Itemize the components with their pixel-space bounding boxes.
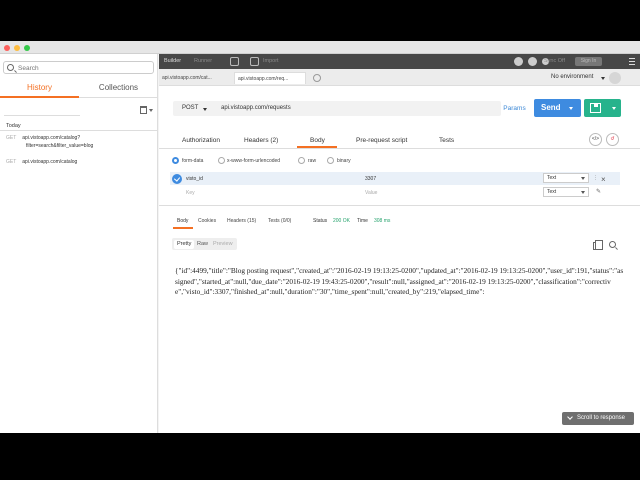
history-filter[interactable] [4,105,80,116]
response-tab-cookies[interactable]: Cookies [198,218,216,224]
section-divider [159,205,640,206]
chevron-down-icon[interactable] [569,107,573,110]
chevron-down-icon[interactable] [149,109,153,112]
save-icon [590,103,601,113]
code-icon[interactable]: </> [589,133,602,146]
eye-icon[interactable] [609,72,621,84]
trash-icon[interactable] [140,106,147,114]
top-toolbar: Builder Runner Import Sync Off Sign In [159,54,640,69]
params-button[interactable]: Params [500,101,529,116]
search-input[interactable] [18,63,148,73]
menu-icon[interactable] [629,58,635,65]
import-icon[interactable] [250,57,259,66]
scroll-to-response-button[interactable]: Scroll to response [562,412,634,425]
chevron-down-icon[interactable] [203,108,207,111]
method-select[interactable]: POST [182,105,198,111]
radio-raw[interactable] [298,157,305,164]
title-bar [0,41,640,54]
tab-collections[interactable]: Collections [79,81,158,98]
radio-label: form-data [182,158,204,164]
view-pretty[interactable]: Pretty [174,240,195,249]
sidebar: History Collections Today GETapi.vistoap… [0,54,158,433]
status-value: 200 OK [333,218,350,224]
save-button[interactable] [584,99,621,117]
active-tab-indicator [173,227,193,229]
environment-select[interactable]: No environment [551,74,593,80]
new-tab-button[interactable] [313,74,321,82]
chevron-down-icon [581,191,585,194]
radio-label: binary [337,158,351,164]
tab-tests[interactable]: Tests [439,137,454,144]
reset-icon[interactable]: ↺ [606,133,619,146]
response-tab-headers[interactable]: Headers (15) [227,218,256,224]
radio-label: x-www-form-urlencoded [227,158,281,164]
status-label: Status [313,218,328,224]
search-icon[interactable] [609,241,616,248]
url-input[interactable]: api.vistoapp.com/requests [221,105,291,111]
chevron-down-icon[interactable] [601,77,605,80]
type-select[interactable]: Text [543,187,589,197]
chevron-down-icon [567,414,573,420]
value-placeholder[interactable]: Value [365,190,377,196]
tab-divider [159,148,640,149]
app-window: History Collections Today GETapi.vistoap… [0,41,640,433]
chevron-down-icon [581,177,585,180]
history-item[interactable]: GET api.vistoapp.com/catalog? filter=sear… [6,134,93,150]
copy-icon[interactable] [593,240,603,250]
send-button[interactable]: Send [534,99,581,117]
search-icon [7,64,14,71]
form-value[interactable]: 3307 [365,176,376,182]
chevron-down-icon [612,107,616,110]
view-raw[interactable]: Raw [194,240,211,249]
radio-urlencoded[interactable] [218,157,225,164]
radio-label: raw [308,158,317,164]
history-group-label: Today [0,120,158,131]
request-tab-active[interactable]: api.vistoapp.com/req... [234,72,306,84]
url-bar: POST api.vistoapp.com/requests [173,101,501,116]
interceptor-icon[interactable] [514,57,523,66]
tab-body[interactable]: Body [310,137,325,144]
edit-icon[interactable]: ✎ [596,188,601,195]
radio-binary[interactable] [327,157,334,164]
builder-tab[interactable]: Builder [164,57,181,66]
response-tab-tests[interactable]: Tests (0/0) [268,218,291,224]
radio-form-data[interactable] [172,157,179,164]
response-body: {"id":4499,"title":"Blog posting request… [175,266,624,296]
drag-handle-icon[interactable]: ⋮ [593,175,598,181]
settings-icon[interactable] [528,57,537,66]
import-button[interactable]: Import [263,57,279,66]
tab-pre-request-script[interactable]: Pre-request script [356,137,407,144]
close-icon[interactable]: × [601,176,606,184]
new-window-icon[interactable] [230,57,239,66]
type-select[interactable]: Text [543,173,589,183]
history-item[interactable]: GET api.vistoapp.com/catalog [6,158,77,166]
sign-in-button[interactable]: Sign In [575,57,602,66]
sync-status: Sync Off [544,58,565,64]
request-tab[interactable]: api.vistoapp.com/cat... [159,72,233,84]
tab-authorization[interactable]: Authorization [182,137,220,144]
response-tab-body[interactable]: Body [177,218,188,224]
runner-tab[interactable]: Runner [194,57,212,66]
key-placeholder[interactable]: Key [186,190,195,196]
request-tabs: api.vistoapp.com/cat... api.vistoapp.com… [159,69,640,86]
tab-headers[interactable]: Headers (2) [244,137,278,144]
minimize-window-button[interactable] [14,45,20,51]
close-window-button[interactable] [4,45,10,51]
row-enabled-checkbox[interactable] [172,174,182,184]
view-preview[interactable]: Preview [210,240,236,249]
tab-history[interactable]: History [0,81,79,98]
search-box[interactable] [3,61,154,74]
zoom-window-button[interactable] [24,45,30,51]
active-tab-indicator [297,146,337,148]
time-value: 308 ms [374,218,391,224]
form-key[interactable]: visto_id [186,176,203,182]
time-label: Time [357,218,368,224]
